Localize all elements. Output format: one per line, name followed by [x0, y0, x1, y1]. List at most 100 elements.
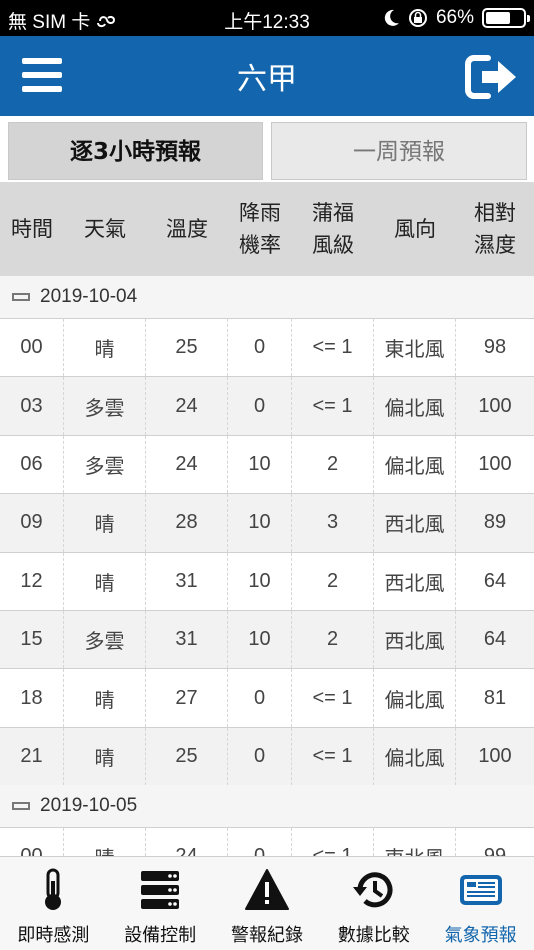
column-header-label: 溫度 — [166, 217, 208, 241]
col-temperature-cell: 24 — [146, 377, 228, 435]
col-relative-humidity-cell: 100 — [478, 744, 512, 767]
nav-item-server[interactable]: 設備控制 — [107, 857, 214, 950]
col-relative-humidity-cell: 81 — [483, 686, 507, 709]
col-temperature-cell: 31 — [146, 552, 228, 610]
nav-item-history[interactable]: 數據比較 — [320, 857, 427, 950]
col-rain-probability-cell: 10 — [228, 552, 292, 610]
app-header: 六甲 — [0, 36, 534, 116]
nav-item-forecast[interactable]: 氣象預報 — [427, 857, 534, 950]
col-temperature-cell: 28 — [146, 494, 228, 552]
col-beaufort-scale-cell: <= 1 — [292, 727, 374, 786]
col-relative-humidity-cell: 89 — [483, 511, 507, 534]
collapse-icon[interactable] — [12, 293, 30, 301]
date-group-header[interactable]: 2019-10-05 — [0, 785, 534, 828]
col-beaufort-scale-cell: 2 — [292, 552, 374, 610]
column-header-label: 時間 — [11, 217, 53, 241]
col-beaufort-scale-cell: 2 — [292, 435, 374, 494]
date-label: 2019-10-04 — [40, 286, 138, 307]
col-wind-direction-cell: 偏北風 — [374, 435, 456, 494]
col-wind-direction-cell: 西北風 — [374, 610, 456, 669]
column-header-label: 機率 — [239, 233, 281, 257]
nav-label: 即時感測 — [17, 925, 90, 946]
column-header-label: 風級 — [312, 233, 354, 257]
collapse-icon[interactable] — [12, 802, 30, 811]
col-beaufort-scale-header: 蒲福 風級 — [292, 182, 374, 276]
col-relative-humidity-cell: 100 — [478, 394, 512, 417]
nav-label: 警報紀錄 — [230, 925, 303, 946]
logout-icon[interactable] — [464, 52, 520, 102]
table-row: 09 晴 28 10 3 西北風 89 — [0, 493, 534, 552]
tab-weekly-forecast[interactable]: 一周預報 — [271, 122, 527, 180]
battery-icon — [482, 8, 530, 28]
col-rain-probability-cell: 0 — [228, 727, 292, 786]
col-weather-cell: 晴 — [64, 727, 146, 786]
col-rain-probability-cell: 0 — [228, 828, 292, 856]
col-beaufort-scale-cell: <= 1 — [292, 319, 374, 377]
column-header-label: 天氣 — [84, 217, 126, 241]
col-beaufort-scale-cell: 2 — [292, 610, 374, 669]
rotation-lock-icon — [408, 9, 427, 27]
server-icon — [137, 867, 183, 913]
col-relative-humidity-cell: 99 — [456, 828, 534, 856]
col-relative-humidity-cell: 98 — [483, 336, 507, 359]
column-header-label: 濕度 — [474, 233, 516, 257]
col-beaufort-scale-cell: <= 1 — [292, 828, 374, 856]
col-relative-humidity-cell: 100 — [478, 452, 512, 475]
col-time-cell: 03 — [0, 377, 64, 435]
warning-icon — [244, 867, 290, 913]
col-relative-humidity-cell: 64 — [483, 569, 507, 592]
status-right: 66% — [384, 7, 530, 29]
date-group-header[interactable]: 2019-10-04 — [0, 276, 534, 318]
col-temperature-cell: 24 — [146, 828, 228, 856]
col-rain-probability-cell: 0 — [228, 319, 292, 377]
table-row: 12 晴 31 10 2 西北風 64 — [0, 551, 534, 610]
col-wind-direction-cell: 偏北風 — [374, 377, 456, 435]
table-row: 06 多雲 24 10 2 偏北風 100 — [0, 434, 534, 494]
col-rain-probability-cell: 0 — [228, 669, 292, 727]
col-weather-cell: 晴 — [64, 319, 146, 377]
col-time-cell: 18 — [0, 669, 64, 727]
table-row: 18 晴 27 0 <= 1 偏北風 81 — [0, 668, 534, 727]
nav-item-warning[interactable]: 警報紀錄 — [214, 857, 321, 950]
forecast-table[interactable]: 2019-10-04 00 晴 25 0 <= 1 東北風 98 03 多雲 24 0 <= 1 偏北風 1… — [0, 276, 534, 856]
col-wind-direction-cell: 東北風 — [374, 319, 456, 377]
col-time-cell: 00 — [0, 319, 64, 377]
nav-label: 數據比較 — [337, 925, 410, 946]
col-temperature-cell: 25 — [146, 727, 228, 786]
col-rain-probability-cell: 10 — [228, 435, 292, 494]
col-weather-cell: 多雲 — [64, 377, 146, 435]
col-temperature-header: 溫度 — [146, 182, 228, 276]
col-weather-cell: 多雲 — [64, 610, 146, 669]
col-beaufort-scale-cell: <= 1 — [292, 377, 374, 435]
tab-3hour-forecast[interactable]: 逐3小時預報 — [8, 122, 263, 180]
bottom-navigation: 即時感測 設備控制 警報紀錄 數據比較 氣象預報 — [0, 856, 534, 950]
col-time-cell: 09 — [0, 494, 64, 552]
table-header: 時間 天氣 溫度 降雨 機率 蒲福 風級 風向 相對 濕度 — [0, 182, 534, 276]
col-weather-cell: 多雲 — [64, 435, 146, 494]
col-temperature-cell: 25 — [146, 319, 228, 377]
col-relative-humidity-header: 相對 濕度 — [456, 182, 534, 276]
table-row: 00 晴 25 0 <= 1 東北風 98 — [0, 318, 534, 377]
col-weather-cell: 晴 — [64, 494, 146, 552]
col-relative-humidity-cell: 64 — [483, 628, 507, 651]
col-rain-probability-cell: 10 — [228, 494, 292, 552]
col-temperature-cell: 24 — [146, 435, 228, 494]
column-header-label: 相對 — [474, 201, 516, 225]
nav-label: 氣象預報 — [444, 925, 517, 946]
col-time-cell: 15 — [0, 610, 64, 669]
table-row: 21 晴 25 0 <= 1 偏北風 100 — [0, 726, 534, 786]
table-row: 15 多雲 31 10 2 西北風 64 — [0, 609, 534, 669]
table-row: 00晴240<= 1東北風99 — [0, 827, 534, 856]
col-wind-direction-cell: 東北風 — [374, 828, 456, 856]
col-beaufort-scale-cell: <= 1 — [292, 669, 374, 727]
history-icon — [351, 867, 397, 913]
col-time-cell: 06 — [0, 435, 64, 494]
col-time-cell: 00 — [0, 828, 64, 856]
moon-icon — [384, 9, 399, 26]
column-header-label: 蒲福 — [312, 201, 354, 225]
forecast-tabs: 逐3小時預報 一周預報 — [0, 116, 534, 182]
col-time-cell: 21 — [0, 727, 64, 786]
table-row: 03 多雲 24 0 <= 1 偏北風 100 — [0, 376, 534, 435]
date-label: 2019-10-05 — [40, 795, 138, 817]
nav-item-thermometer[interactable]: 即時感測 — [0, 857, 107, 950]
